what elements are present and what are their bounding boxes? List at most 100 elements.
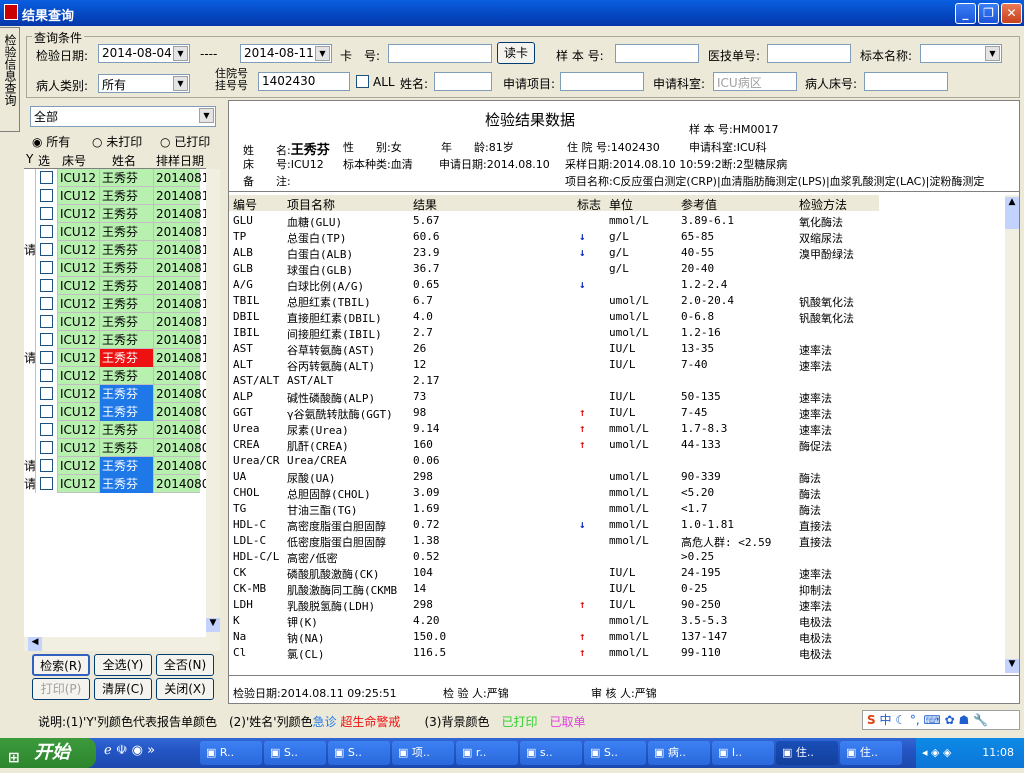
media-icon[interactable]: ◉ bbox=[132, 743, 143, 758]
tool-icon[interactable]: ☫ bbox=[116, 743, 128, 758]
table-row[interactable]: ICU12 王秀芬 2014080 bbox=[24, 439, 206, 457]
scroll-up-icon[interactable]: ▲ bbox=[1005, 197, 1019, 211]
row-checkbox[interactable] bbox=[36, 277, 58, 295]
row-checkbox[interactable] bbox=[36, 295, 58, 313]
taskbar-item[interactable]: ▣ 住.. bbox=[776, 741, 838, 765]
sample-input[interactable] bbox=[615, 44, 699, 63]
bed-input[interactable] bbox=[864, 72, 948, 91]
row-checkbox[interactable] bbox=[36, 421, 58, 439]
print-button[interactable]: 打印(P) bbox=[32, 678, 90, 700]
side-tab-query[interactable]: 检验信息查询 bbox=[0, 27, 20, 132]
row-checkbox[interactable] bbox=[36, 241, 58, 259]
table-row[interactable]: 请 ICU12 王秀芬 2014081 bbox=[24, 349, 206, 367]
row-checkbox[interactable] bbox=[36, 385, 58, 403]
row-checkbox[interactable] bbox=[36, 187, 58, 205]
taskbar-item[interactable]: ▣ I.. bbox=[712, 741, 774, 765]
card-input[interactable] bbox=[388, 44, 492, 63]
row-checkbox[interactable] bbox=[36, 331, 58, 349]
table-row[interactable]: ICU12 王秀芬 2014081 bbox=[24, 169, 206, 187]
table-row[interactable]: 请 ICU12 王秀芬 2014080 bbox=[24, 457, 206, 475]
more-icon[interactable]: » bbox=[147, 743, 155, 758]
result-vscroll[interactable] bbox=[1005, 195, 1019, 669]
taskbar-item[interactable]: ▣ 项.. bbox=[392, 741, 454, 765]
close-form-button[interactable]: 关闭(X) bbox=[156, 678, 214, 700]
result-result: 298 bbox=[413, 598, 433, 611]
table-row[interactable]: ICU12 王秀芬 2014081 bbox=[24, 277, 206, 295]
row-checkbox[interactable] bbox=[36, 367, 58, 385]
table-row[interactable]: ICU12 王秀芬 2014081 bbox=[24, 259, 206, 277]
specimen-select[interactable]: ▼ bbox=[920, 44, 1002, 63]
row-checkbox[interactable] bbox=[36, 223, 58, 241]
result-unit: mmol/L bbox=[609, 646, 649, 659]
scroll-down-icon[interactable]: ▼ bbox=[1005, 659, 1019, 673]
start-button[interactable]: ⊞ 开始 bbox=[0, 738, 96, 768]
table-row[interactable]: ICU12 王秀芬 2014081 bbox=[24, 223, 206, 241]
scroll-left-icon[interactable]: ◀ bbox=[28, 637, 42, 651]
table-row[interactable]: 请 ICU12 王秀芬 2014081 bbox=[24, 241, 206, 259]
radio-printed[interactable]: ○ 已打印 bbox=[160, 133, 210, 150]
result-result: 4.20 bbox=[413, 614, 440, 627]
ie-icon[interactable]: ℯ bbox=[104, 743, 112, 758]
filter-select[interactable]: 全部 ▼ bbox=[30, 106, 216, 127]
scroll-thumb[interactable] bbox=[1005, 211, 1019, 229]
result-code: CK-MB bbox=[233, 582, 267, 595]
scroll-down-icon[interactable]: ▼ bbox=[206, 618, 220, 632]
doctor-input[interactable] bbox=[767, 44, 851, 63]
radio-all[interactable]: ◉ 所有 bbox=[32, 133, 70, 150]
table-row[interactable]: ICU12 王秀芬 2014080 bbox=[24, 367, 206, 385]
table-row[interactable]: ICU12 王秀芬 2014081 bbox=[24, 295, 206, 313]
radio-unprinted[interactable]: ○ 未打印 bbox=[92, 133, 142, 150]
row-checkbox[interactable] bbox=[36, 439, 58, 457]
apply-item-input[interactable] bbox=[560, 72, 644, 91]
taskbar-item[interactable]: ▣ S.. bbox=[328, 741, 390, 765]
minimize-button[interactable]: _ bbox=[955, 3, 976, 24]
ime-toolbar[interactable]: S 中 ☾ °, ⌨ ✿ ☗ 🔧 bbox=[862, 710, 1020, 730]
select-none-button[interactable]: 全否(N) bbox=[156, 654, 214, 676]
taskbar-item[interactable]: ▣ 病.. bbox=[648, 741, 710, 765]
taskbar-item[interactable]: ▣ S.. bbox=[264, 741, 326, 765]
date-to-picker[interactable]: 2014-08-11 ▼ bbox=[240, 44, 332, 63]
close-button[interactable]: ✕ bbox=[1001, 3, 1022, 24]
row-checkbox[interactable] bbox=[36, 169, 58, 187]
patient-type-select[interactable]: 所有 ▼ bbox=[98, 74, 190, 93]
taskbar-item[interactable]: ▣ R.. bbox=[200, 741, 262, 765]
row-checkbox[interactable] bbox=[36, 205, 58, 223]
result-row: TP 总蛋白(TP) 60.6 ↓ g/L 65-85 双缩尿法 bbox=[229, 229, 1005, 245]
grid-vscroll[interactable] bbox=[206, 169, 220, 637]
maximize-button[interactable]: ❐ bbox=[978, 3, 999, 24]
result-result: 150.0 bbox=[413, 630, 447, 643]
dept-input[interactable]: ICU病区 bbox=[713, 72, 797, 91]
tray-icons[interactable]: ◂ ◈ ◈ bbox=[916, 738, 951, 768]
table-row[interactable]: ICU12 王秀芬 2014081 bbox=[24, 313, 206, 331]
taskbar-item[interactable]: ▣ r.. bbox=[456, 741, 518, 765]
read-card-button[interactable]: 读卡 bbox=[497, 42, 535, 64]
table-row[interactable]: ICU12 王秀芬 2014080 bbox=[24, 421, 206, 439]
select-all-button[interactable]: 全选(Y) bbox=[94, 654, 152, 676]
table-row[interactable]: ICU12 王秀芬 2014080 bbox=[24, 403, 206, 421]
table-row[interactable]: 请 ICU12 王秀芬 2014080 bbox=[24, 475, 206, 493]
search-button[interactable]: 检索(R) bbox=[32, 654, 90, 676]
taskbar-item[interactable]: ▣ 住.. bbox=[840, 741, 902, 765]
row-checkbox[interactable] bbox=[36, 475, 58, 493]
row-checkbox[interactable] bbox=[36, 313, 58, 331]
row-checkbox[interactable] bbox=[36, 403, 58, 421]
report-age: 年 龄:81岁 bbox=[441, 141, 514, 154]
taskbar-item[interactable]: ▣ s.. bbox=[520, 741, 582, 765]
result-code: AST bbox=[233, 342, 253, 355]
date-from-picker[interactable]: 2014-08-04 ▼ bbox=[98, 44, 190, 63]
inpatient-input[interactable]: 1402430 bbox=[258, 72, 350, 91]
all-checkbox[interactable] bbox=[356, 75, 369, 88]
table-row[interactable]: ICU12 王秀芬 2014080 bbox=[24, 385, 206, 403]
clear-button[interactable]: 清屏(C) bbox=[94, 678, 152, 700]
date-cell: 2014081 bbox=[156, 279, 206, 293]
table-row[interactable]: ICU12 王秀芬 2014081 bbox=[24, 205, 206, 223]
taskbar-item[interactable]: ▣ S.. bbox=[584, 741, 646, 765]
name-input[interactable] bbox=[434, 72, 492, 91]
table-row[interactable]: ICU12 王秀芬 2014081 bbox=[24, 331, 206, 349]
grid-hscroll[interactable] bbox=[24, 637, 220, 651]
table-row[interactable]: ICU12 王秀芬 2014081 bbox=[24, 187, 206, 205]
row-checkbox[interactable] bbox=[36, 259, 58, 277]
row-checkbox[interactable] bbox=[36, 349, 58, 367]
result-name: 总胆固醇(CHOL) bbox=[287, 488, 371, 501]
row-checkbox[interactable] bbox=[36, 457, 58, 475]
